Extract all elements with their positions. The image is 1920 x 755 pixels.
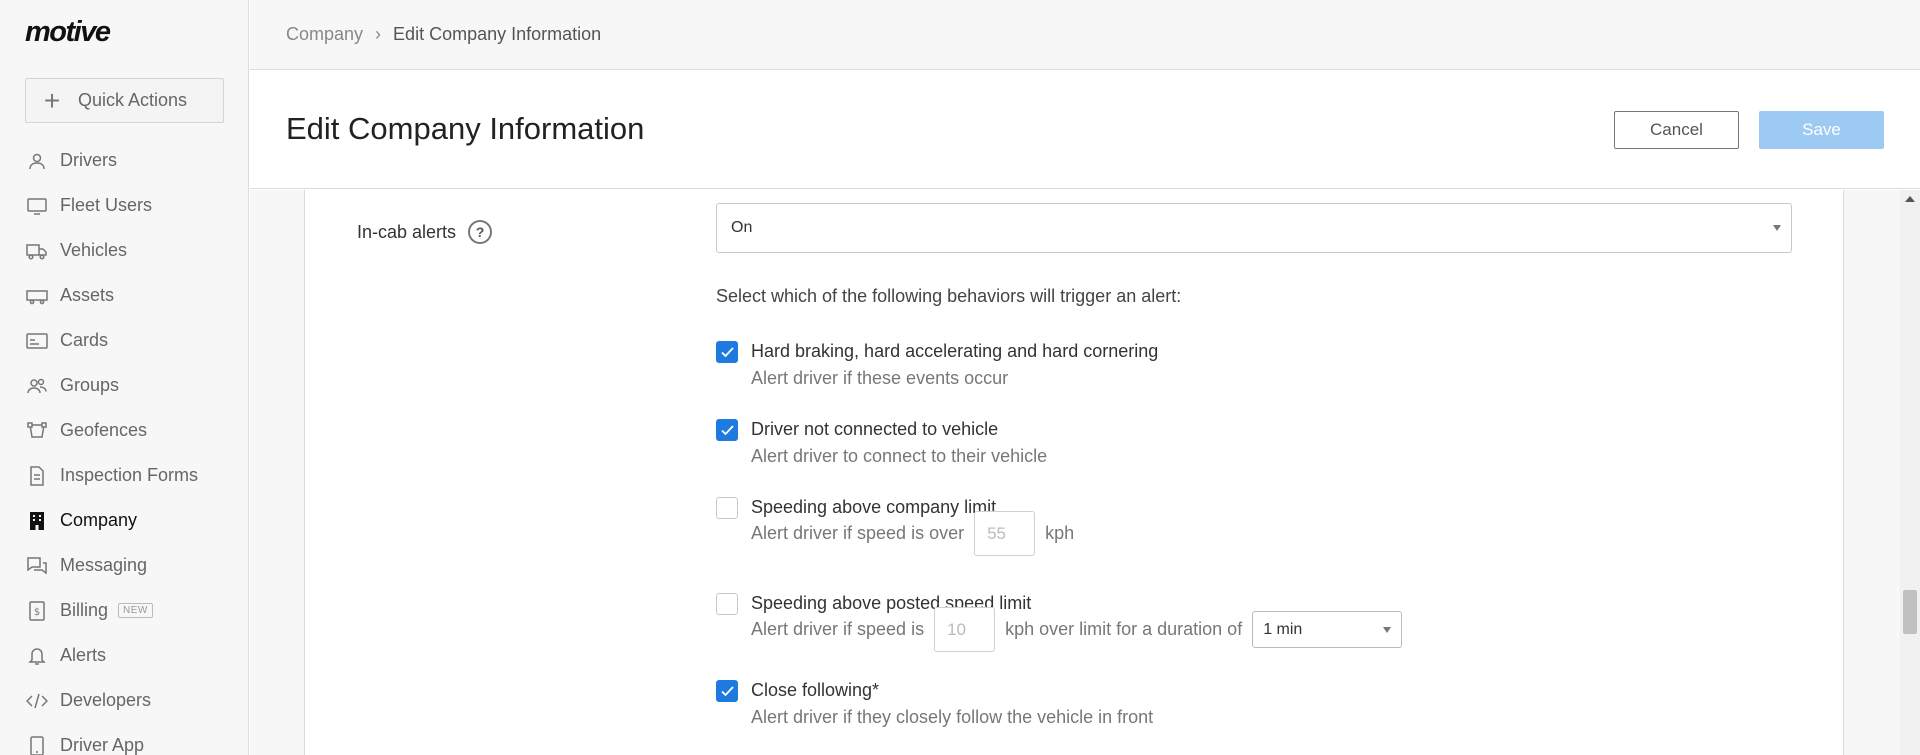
breadcrumb-current: Edit Company Information	[393, 24, 602, 44]
dollar-icon: $	[26, 600, 48, 622]
close-following-checkbox[interactable]	[716, 680, 738, 702]
check-icon	[721, 686, 734, 697]
incab-alerts-label: In-cab alerts ?	[357, 220, 493, 244]
sidebar-item-geofences[interactable]: Geofences	[0, 408, 248, 453]
sidebar-item-developers[interactable]: Developers	[0, 678, 248, 723]
sidebar-item-cards[interactable]: Cards	[0, 318, 248, 363]
cancel-button[interactable]: Cancel	[1614, 111, 1739, 149]
sidebar-item-groups[interactable]: Groups	[0, 363, 248, 408]
sidebar-item-label: Geofences	[60, 420, 148, 440]
speed-prefix-text: Alert driver if speed is over	[751, 523, 965, 543]
option-title: Hard braking, hard accelerating and hard…	[751, 341, 1159, 361]
truck-icon	[26, 240, 48, 262]
sidebar-item-label: Cards	[60, 330, 109, 350]
page-header: Edit Company Information Cancel Save	[250, 71, 1920, 189]
sidebar-item-label: Groups	[60, 375, 120, 395]
save-button[interactable]: Save	[1759, 111, 1884, 149]
sidebar-item-company[interactable]: Company	[0, 498, 248, 543]
sidebar-item-assets[interactable]: Assets	[0, 273, 248, 318]
scrollbar[interactable]	[1900, 190, 1920, 755]
option-description: Alert driver if speed is over 55 kph	[751, 511, 1074, 556]
incab-alerts-value: On	[731, 219, 753, 236]
option-title: Driver not connected to vehicle	[751, 419, 999, 439]
card-icon	[26, 330, 48, 352]
sidebar-item-label: Messaging	[60, 555, 148, 575]
check-icon	[721, 425, 734, 436]
plus-icon: +	[43, 84, 61, 116]
document-icon	[26, 465, 48, 487]
sidebar-item-fleet-users[interactable]: Fleet Users	[0, 183, 248, 228]
code-icon	[26, 690, 48, 712]
chat-icon	[26, 555, 48, 577]
svg-text:$: $	[34, 607, 40, 618]
sidebar-item-label: Driver App	[60, 735, 145, 755]
building-icon	[26, 510, 48, 532]
sidebar-item-label: Billing	[60, 600, 109, 620]
sidebar: motive + Quick Actions Drivers Fleet Use…	[0, 0, 249, 755]
geofence-icon	[26, 420, 48, 442]
scrollbar-thumb[interactable]	[1903, 590, 1917, 634]
user-icon	[26, 150, 48, 172]
option-description: Alert driver if speed is 10 kph over lim…	[751, 607, 1403, 652]
sidebar-item-drivers[interactable]: Drivers	[0, 138, 248, 183]
scroll-up-arrow-icon[interactable]	[1905, 196, 1915, 202]
chevron-right-icon: ›	[375, 24, 382, 44]
speed-suffix-text: kph over limit for a duration of	[1005, 619, 1243, 639]
option-title: Close following*	[751, 680, 880, 700]
sidebar-item-label: Alerts	[60, 645, 107, 665]
sidebar-item-label: Fleet Users	[60, 195, 153, 215]
motive-logo[interactable]: motive	[25, 16, 111, 49]
trailer-icon	[26, 285, 48, 307]
settings-card: In-cab alerts ? On Select which of the f…	[304, 190, 1844, 755]
posted-speed-over-input[interactable]: 10	[934, 607, 996, 652]
sidebar-item-billing[interactable]: $ Billing NEW	[0, 588, 248, 633]
sidebar-item-label: Inspection Forms	[60, 465, 199, 485]
option-description: Alert driver to connect to their vehicle	[751, 446, 1048, 466]
company-speed-limit-input[interactable]: 55	[974, 511, 1036, 556]
caret-down-icon	[1773, 225, 1781, 231]
sidebar-item-messaging[interactable]: Messaging	[0, 543, 248, 588]
sidebar-item-vehicles[interactable]: Vehicles	[0, 228, 248, 273]
sidebar-item-label: Assets	[60, 285, 115, 305]
sidebar-item-label: Developers	[60, 690, 152, 710]
speed-prefix-text: Alert driver if speed is	[751, 619, 925, 639]
sidebar-item-label: Drivers	[60, 150, 117, 170]
sidebar-item-alerts[interactable]: Alerts	[0, 633, 248, 678]
check-icon	[721, 347, 734, 358]
sidebar-nav: Drivers Fleet Users Vehicles Assets Card…	[0, 138, 248, 755]
driver-not-connected-checkbox[interactable]	[716, 419, 738, 441]
hard-events-checkbox[interactable]	[716, 341, 738, 363]
speeding-posted-checkbox[interactable]	[716, 593, 738, 615]
phone-icon	[26, 735, 48, 755]
option-description: Alert driver if these events occur	[751, 368, 1009, 388]
quick-actions-button[interactable]: + Quick Actions	[25, 78, 224, 123]
new-badge: NEW	[118, 603, 153, 618]
incab-alerts-select[interactable]: On	[716, 203, 1792, 253]
speeding-company-checkbox[interactable]	[716, 497, 738, 519]
bell-icon	[26, 645, 48, 667]
option-description: Alert driver if they closely follow the …	[751, 707, 1154, 727]
caret-down-icon	[1383, 626, 1392, 633]
quick-actions-label: Quick Actions	[78, 90, 188, 110]
content-area: In-cab alerts ? On Select which of the f…	[250, 190, 1900, 755]
group-icon	[26, 375, 48, 397]
sidebar-item-inspection-forms[interactable]: Inspection Forms	[0, 453, 248, 498]
speed-unit-text: kph	[1045, 523, 1075, 543]
sidebar-item-label: Vehicles	[60, 240, 128, 260]
sidebar-item-driver-app[interactable]: Driver App	[0, 723, 248, 755]
help-icon[interactable]: ?	[468, 220, 493, 244]
duration-select[interactable]: 1 min	[1252, 611, 1403, 648]
duration-value: 1 min	[1263, 620, 1303, 638]
incab-alerts-text: In-cab alerts	[357, 221, 457, 242]
breadcrumb-company-link[interactable]: Company	[286, 24, 363, 45]
monitor-icon	[26, 195, 48, 217]
instructions-text: Select which of the following behaviors …	[716, 286, 1182, 306]
sidebar-item-label: Company	[60, 510, 138, 530]
page-title: Edit Company Information	[286, 111, 645, 146]
breadcrumb: Company › Edit Company Information	[250, 0, 1920, 70]
